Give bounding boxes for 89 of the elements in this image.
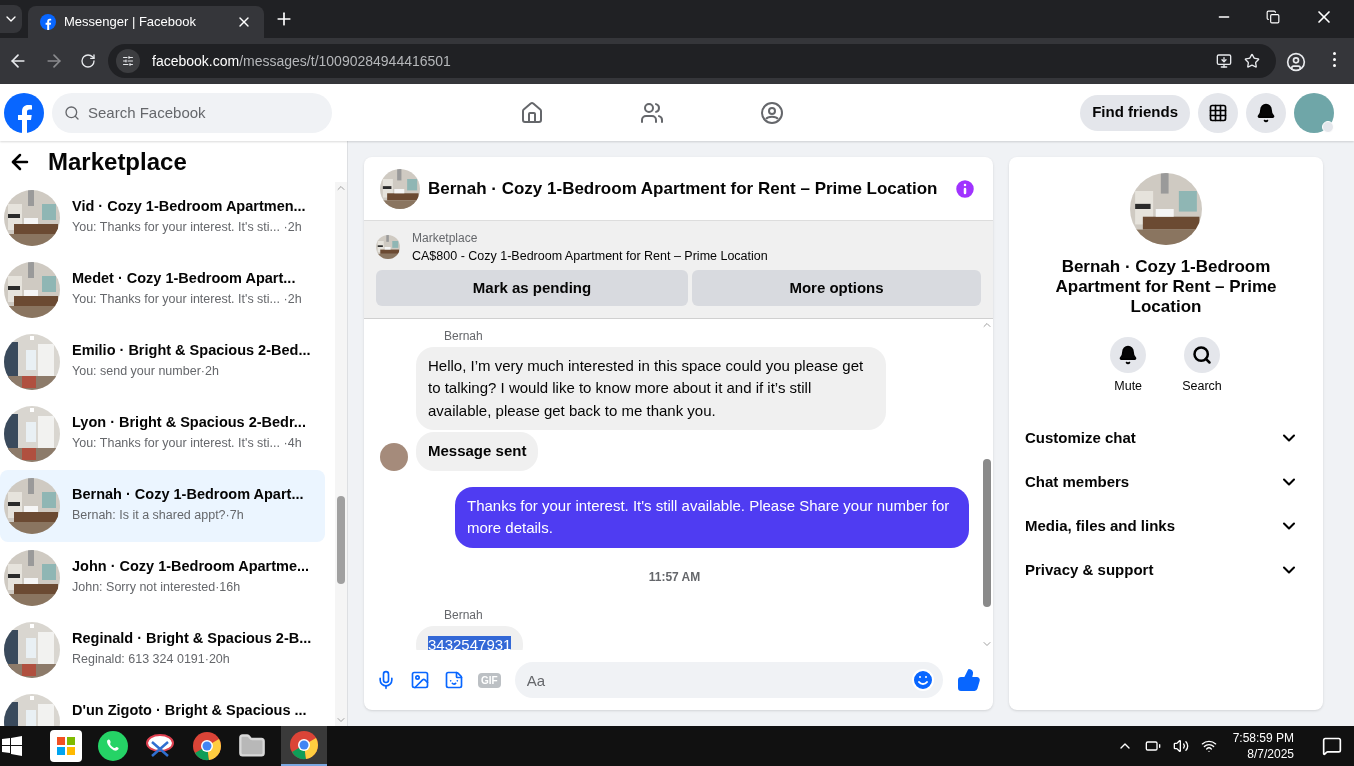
conversation-title: Medet · Cozy 1-Bedroom Apart... (72, 269, 297, 287)
address-field[interactable]: facebook.com/messages/t/10090284944416501 (108, 44, 1276, 78)
message-field[interactable]: Aa (514, 662, 943, 698)
conversation-preview: You: send your number·2h (72, 363, 220, 379)
sender-name: Bernah (444, 327, 484, 345)
conversation-item[interactable]: Medet · Cozy 1-Bedroom Apart... You: Thanks for your interest. It's sti... ·2h (0, 254, 325, 326)
sender-name: Bernah (444, 606, 484, 624)
bell-icon (1118, 345, 1139, 365)
conversation-item[interactable]: John · Cozy 1-Bedroom Apartme... John: Sorry not interested·16h (0, 542, 325, 614)
reload-icon[interactable] (80, 53, 96, 69)
menu-button[interactable] (1198, 92, 1238, 133)
battery-icon[interactable] (1144, 738, 1161, 754)
sticker-icon[interactable] (444, 670, 464, 690)
section-row[interactable]: Privacy & support (1025, 547, 1307, 592)
clock-date[interactable]: 8/7/2025 (1247, 746, 1294, 762)
message-bubble: Message sent (416, 432, 539, 471)
action-label: Search (1182, 378, 1222, 395)
action-label: Mute (1114, 378, 1143, 395)
site-settings-icon[interactable] (116, 49, 140, 73)
conversation-title: Emilio · Bright & Spacious 2-Bed... (72, 341, 311, 359)
chrome-icon[interactable] (281, 726, 327, 766)
tab-list-button[interactable] (0, 5, 22, 33)
details-title: Bernah · Cozy 1-Bedroom Apartment for Rent – Prime Location (1054, 257, 1278, 317)
message-bubble: Thanks for your interest. It's still available. Please Share your number for more details. (455, 486, 969, 548)
profile-icon[interactable] (1286, 52, 1306, 72)
notifications-button[interactable] (1246, 92, 1286, 133)
conversation-title: Vid · Cozy 1-Bedroom Apartmen... (72, 197, 306, 215)
listing-title[interactable]: CA$800 - Cozy 1-Bedroom Apartment for Rent – Prime Location (412, 247, 768, 266)
bell-icon (1256, 102, 1276, 123)
conversation-title: Lyon · Bright & Spacious 2-Bedr... (72, 413, 306, 431)
listing-label: Marketplace (412, 230, 479, 247)
action-button[interactable] (1184, 337, 1220, 373)
tab-title: Messenger | Facebook (64, 13, 197, 32)
chat-title: Bernah · Cozy 1-Bedroom Apartment for Rent – Prime Location (428, 177, 939, 200)
conversation-preview: You: Thanks for your interest. It's sti... ·2h (72, 291, 302, 307)
conversation-preview: Bernah: Is it a shared appt?·7h (72, 507, 245, 523)
message-bubble: Hello, I’m very much interested in this space could you please get to talking? I would like to know more about it and if it’s still available, please get back to me thank you. (416, 346, 886, 431)
clock-time[interactable]: 7:58:59 PM (1232, 730, 1294, 746)
home-icon[interactable] (520, 100, 544, 125)
listing-button[interactable]: More options (692, 269, 981, 306)
section-row[interactable]: Chat members (1025, 459, 1307, 504)
conversation-title: John · Cozy 1-Bedroom Apartme... (72, 557, 310, 575)
scroll-thumb[interactable] (983, 458, 991, 607)
search-icon (1192, 345, 1212, 365)
scroll-thumb[interactable] (337, 496, 345, 584)
browser-tab[interactable]: Messenger | Facebook (28, 6, 264, 38)
search-field[interactable]: Search Facebook (52, 92, 332, 133)
listing-button[interactable]: Mark as pending (376, 269, 688, 306)
conversation-preview: John: Sorry not interested·16h (72, 579, 242, 595)
conversation-item[interactable]: Bernah · Cozy 1-Bedroom Apart... Bernah: Is it a shared appt?·7h (0, 470, 325, 542)
friends-icon[interactable] (640, 100, 664, 125)
scrollbar[interactable] (335, 182, 347, 726)
photo-icon[interactable] (410, 670, 430, 690)
conversation-title: D'un Zigoto · Bright & Spacious ... (72, 701, 307, 719)
volume-icon[interactable] (1172, 738, 1189, 754)
facebook-logo[interactable] (4, 92, 44, 133)
conversation-item[interactable]: Reginald · Bright & Spacious 2-B... Reginald: 613 324 0191·20h (0, 614, 325, 686)
section-row[interactable]: Customize chat (1025, 415, 1307, 460)
message-bubble: 3432547931 (416, 625, 524, 650)
conversation-item[interactable]: Lyon · Bright & Spacious 2-Bedr... You: Thanks for your interest. It's sti... ·4h (0, 398, 325, 470)
conversation-title: Bernah · Cozy 1-Bedroom Apart... (72, 485, 304, 503)
conversation-preview: Reginald: 613 324 0191·20h (72, 651, 231, 667)
folder-icon[interactable] (238, 732, 266, 760)
conversation-item[interactable]: Vid · Cozy 1-Bedroom Apartmen... You: Thanks for your interest. It's sti... ·2h (0, 182, 325, 254)
facebook-favicon (40, 14, 56, 30)
timestamp: 11:57 AM (647, 568, 702, 586)
chrome-icon[interactable] (191, 730, 223, 762)
wifi-icon[interactable] (1200, 738, 1217, 754)
profile-avatar[interactable] (1294, 92, 1334, 133)
grid-icon (1208, 102, 1228, 123)
groups-icon[interactable] (760, 100, 784, 125)
sidebar-title: Marketplace (48, 146, 187, 177)
windows-icon[interactable] (2, 736, 22, 756)
conversation-preview: You: Thanks for your interest. It's sti... ·2h (72, 219, 303, 235)
action-button[interactable] (1110, 337, 1147, 373)
conversation-title: Reginald · Bright & Spacious 2-B... (72, 629, 312, 647)
search-icon (64, 104, 80, 121)
like-icon[interactable] (957, 668, 981, 692)
conversation-preview: You: Thanks for your interest. It's sti... ·4h (72, 435, 303, 451)
section-row[interactable]: Media, files and links (1025, 503, 1307, 548)
conversation-item[interactable]: Emilio · Bright & Spacious 2-Bed... You: send your number·2h (0, 326, 325, 398)
install-icon[interactable] (1216, 53, 1232, 69)
bookmark-icon[interactable] (1244, 53, 1260, 69)
whatsapp-icon[interactable] (97, 730, 129, 762)
find-friends-button[interactable]: Find friends (1080, 94, 1190, 131)
microphone-icon[interactable] (376, 670, 396, 690)
restore-icon[interactable] (1266, 10, 1280, 24)
notification-center-icon[interactable] (1322, 736, 1342, 756)
store-icon[interactable] (50, 730, 82, 762)
